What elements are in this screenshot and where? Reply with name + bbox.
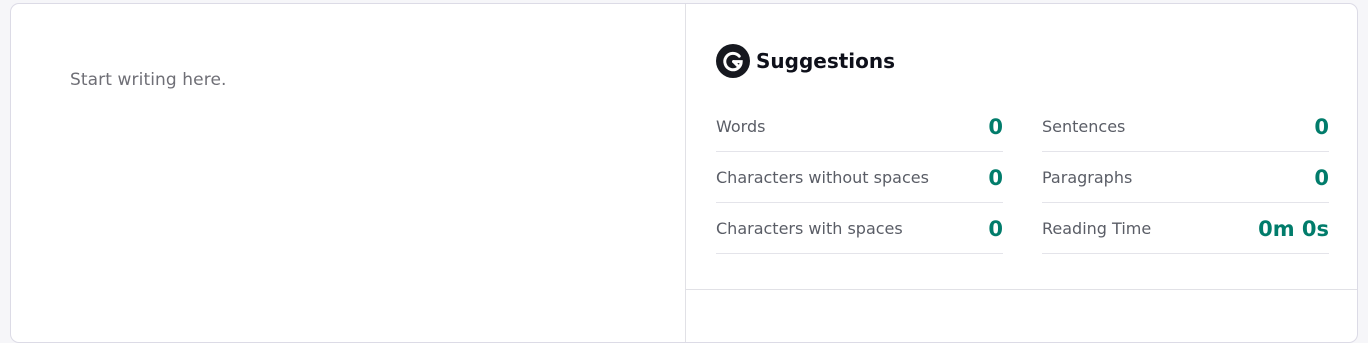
stat-value: 0	[988, 216, 1003, 241]
stat-row-words: Words 0	[716, 102, 1003, 152]
stat-value: 0	[988, 114, 1003, 139]
stat-label: Reading Time	[1042, 219, 1152, 238]
stat-row-characters-without-spaces: Characters without spaces 0	[716, 153, 1003, 203]
stat-row-sentences: Sentences 0	[1042, 102, 1329, 152]
panel-title: Suggestions	[756, 49, 896, 73]
editor-card: Start writing here. Suggestions Words 0 …	[10, 3, 1358, 343]
stat-value: 0	[988, 165, 1003, 190]
grammarly-g-icon	[716, 44, 750, 78]
suggestions-panel: Suggestions Words 0 Characters without s…	[686, 4, 1357, 342]
stats-column-left: Words 0 Characters without spaces 0 Char…	[716, 102, 1003, 255]
stat-value: 0	[1314, 165, 1329, 190]
stat-label: Paragraphs	[1042, 168, 1133, 187]
stat-value: 0	[1314, 114, 1329, 139]
stat-row-characters-with-spaces: Characters with spaces 0	[716, 204, 1003, 254]
stats-column-right: Sentences 0 Paragraphs 0 Reading Time 0m…	[1042, 102, 1329, 255]
stat-label: Characters with spaces	[716, 219, 903, 238]
stat-value: 0m 0s	[1258, 216, 1329, 241]
stat-label: Words	[716, 117, 766, 136]
text-editor[interactable]: Start writing here.	[11, 4, 686, 342]
stat-label: Sentences	[1042, 117, 1126, 136]
stat-row-reading-time: Reading Time 0m 0s	[1042, 204, 1329, 254]
panel-header: Suggestions	[716, 44, 895, 78]
panel-divider	[686, 289, 1357, 290]
stat-row-paragraphs: Paragraphs 0	[1042, 153, 1329, 203]
editor-placeholder[interactable]: Start writing here.	[70, 70, 227, 90]
stat-label: Characters without spaces	[716, 168, 929, 187]
